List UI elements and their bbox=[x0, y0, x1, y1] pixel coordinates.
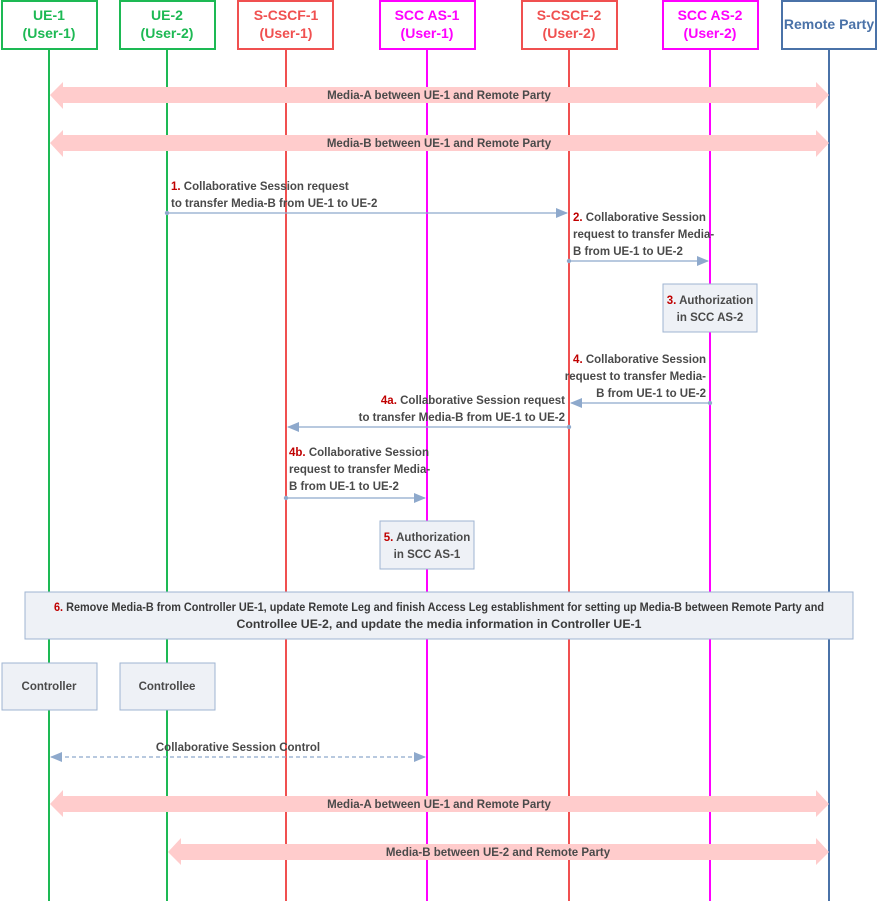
note-5-label: 5. Authorization bbox=[384, 532, 470, 544]
entity-ue2: UE-2 (User-2) bbox=[119, 0, 216, 50]
entity-sccas2-name: SCC AS-2 bbox=[678, 7, 743, 23]
message-2-label-line2: request to transfer Media- bbox=[573, 229, 714, 241]
collaborative-session-control: Collaborative Session Control bbox=[50, 742, 426, 762]
note-6-label-line2: Controllee UE-2, and update the media in… bbox=[237, 619, 643, 631]
message-4-label-line2: request to transfer Media- bbox=[565, 371, 706, 383]
lifelines bbox=[48, 50, 830, 901]
message-4b-label-line2: request to transfer Media- bbox=[289, 464, 430, 476]
note-3-label-line2: in SCC AS-2 bbox=[677, 312, 744, 324]
collaborative-session-control-label: Collaborative Session Control bbox=[156, 742, 320, 754]
entity-scscf2-name: S-CSCF-2 bbox=[537, 7, 602, 23]
entity-ue1-user: (User-1) bbox=[23, 25, 76, 41]
role-controller: Controller bbox=[1, 662, 98, 711]
note-3: 3. Authorization in SCC AS-2 bbox=[662, 283, 758, 333]
message-4-label-line3: B from UE-1 to UE-2 bbox=[596, 388, 706, 400]
message-2-label-line3: B from UE-1 to UE-2 bbox=[573, 246, 683, 258]
entity-remote: Remote Party bbox=[781, 0, 877, 50]
message-2-label: 2. Collaborative Session bbox=[573, 212, 706, 224]
entity-scscf2-user: (User-2) bbox=[543, 25, 596, 41]
note-5: 5. Authorization in SCC AS-1 bbox=[379, 520, 475, 570]
message-4-label: 4. Collaborative Session bbox=[573, 354, 706, 366]
note-6: 6. Remove Media-B from Controller UE-1, … bbox=[24, 591, 854, 640]
media-flow-label: Media-B between UE-2 and Remote Party bbox=[386, 847, 611, 859]
note-5-label-line2: in SCC AS-1 bbox=[394, 549, 461, 561]
message-4b-label-line3: B from UE-1 to UE-2 bbox=[289, 481, 399, 493]
message-1: 1. Collaborative Session request to tran… bbox=[164, 181, 568, 218]
media-flow-label: Media-A between UE-1 and Remote Party bbox=[327, 90, 551, 102]
sequence-diagram: UE-1 (User-1) UE-2 (User-2) S-CSCF-1 (Us… bbox=[1, 0, 877, 901]
message-1-label-line2: to transfer Media-B from UE-1 to UE-2 bbox=[171, 198, 377, 210]
message-1-label: 1. Collaborative Session request bbox=[171, 181, 349, 193]
entity-remote-name: Remote Party bbox=[784, 16, 874, 32]
media-flow-label: Media-A between UE-1 and Remote Party bbox=[327, 799, 551, 811]
entity-ue2-user: (User-2) bbox=[141, 25, 194, 41]
entity-sccas2-user: (User-2) bbox=[684, 25, 737, 41]
message-4: 4. Collaborative Session request to tran… bbox=[565, 354, 713, 408]
entity-sccas2: SCC AS-2 (User-2) bbox=[662, 0, 759, 50]
message-4a: 4a. Collaborative Session request to tra… bbox=[287, 395, 572, 432]
note-6-label: 6. Remove Media-B from Controller UE-1, … bbox=[54, 602, 824, 614]
media-flow-b-bottom: Media-B between UE-2 and Remote Party bbox=[168, 838, 829, 865]
message-4a-label-line2: to transfer Media-B from UE-1 to UE-2 bbox=[359, 412, 565, 424]
message-4a-label: 4a. Collaborative Session request bbox=[381, 395, 565, 407]
message-4b: 4b. Collaborative Session request to tra… bbox=[283, 447, 430, 503]
message-4b-label: 4b. Collaborative Session bbox=[289, 447, 429, 459]
entity-scscf1: S-CSCF-1 (User-1) bbox=[237, 0, 334, 50]
entity-sccas1: SCC AS-1 (User-1) bbox=[379, 0, 476, 50]
entity-scscf1-name: S-CSCF-1 bbox=[254, 7, 319, 23]
entity-scscf1-user: (User-1) bbox=[260, 25, 313, 41]
entity-scscf2: S-CSCF-2 (User-2) bbox=[521, 0, 618, 50]
entity-sccas1-name: SCC AS-1 bbox=[395, 7, 460, 23]
entity-ue1-name: UE-1 bbox=[33, 7, 65, 23]
media-flow-label: Media-B between UE-1 and Remote Party bbox=[327, 138, 552, 150]
entity-ue1: UE-1 (User-1) bbox=[1, 0, 98, 50]
entity-sccas1-user: (User-1) bbox=[401, 25, 454, 41]
role-controller-label: Controller bbox=[22, 681, 77, 693]
entity-ue2-name: UE-2 bbox=[151, 7, 183, 23]
role-controllee: Controllee bbox=[119, 662, 216, 711]
role-controllee-label: Controllee bbox=[139, 681, 196, 693]
message-2: 2. Collaborative Session request to tran… bbox=[566, 212, 714, 266]
note-3-label: 3. Authorization bbox=[667, 295, 753, 307]
